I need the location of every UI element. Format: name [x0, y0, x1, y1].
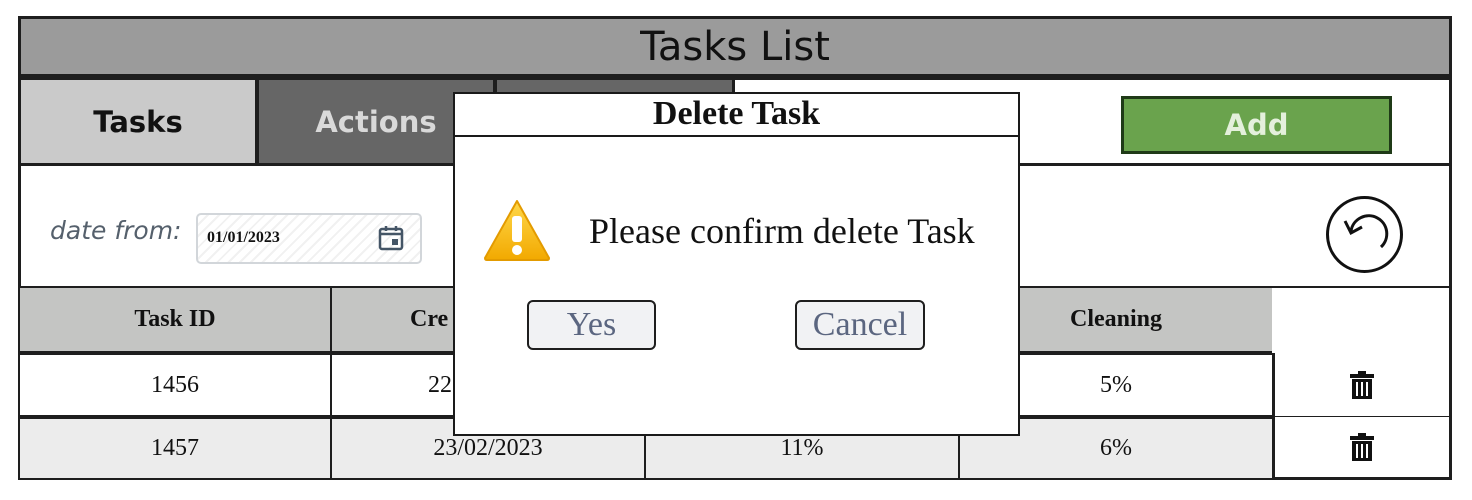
page-title: Tasks List [640, 23, 830, 70]
trash-icon[interactable] [1349, 432, 1375, 462]
date-from-label: date from: [50, 216, 182, 245]
cancel-button[interactable]: Cancel [795, 300, 925, 350]
tab-tasks[interactable]: Tasks [18, 77, 258, 166]
page-title-bar: Tasks List [18, 16, 1452, 77]
undo-icon [1343, 214, 1389, 249]
warning-icon [484, 200, 550, 261]
table-row-actions [1272, 417, 1452, 480]
column-header-actions [1272, 286, 1452, 353]
yes-button[interactable]: Yes [527, 300, 656, 350]
date-from-value: 01/01/2023 [207, 229, 280, 246]
dialog-message: Please confirm delete Task [589, 211, 975, 251]
calendar-icon[interactable] [377, 224, 405, 252]
delete-dialog [453, 92, 1020, 436]
dialog-title: Delete Task [453, 92, 1020, 137]
refresh-button[interactable] [1326, 196, 1403, 273]
table-row-cell-task-id: 1456 [18, 353, 332, 417]
table-row-cell-task-id: 1457 [18, 417, 332, 480]
table-row-actions [1272, 353, 1452, 419]
add-button[interactable]: Add [1121, 96, 1392, 154]
column-header-task-id: Task ID [18, 286, 332, 353]
trash-icon[interactable] [1349, 370, 1375, 400]
